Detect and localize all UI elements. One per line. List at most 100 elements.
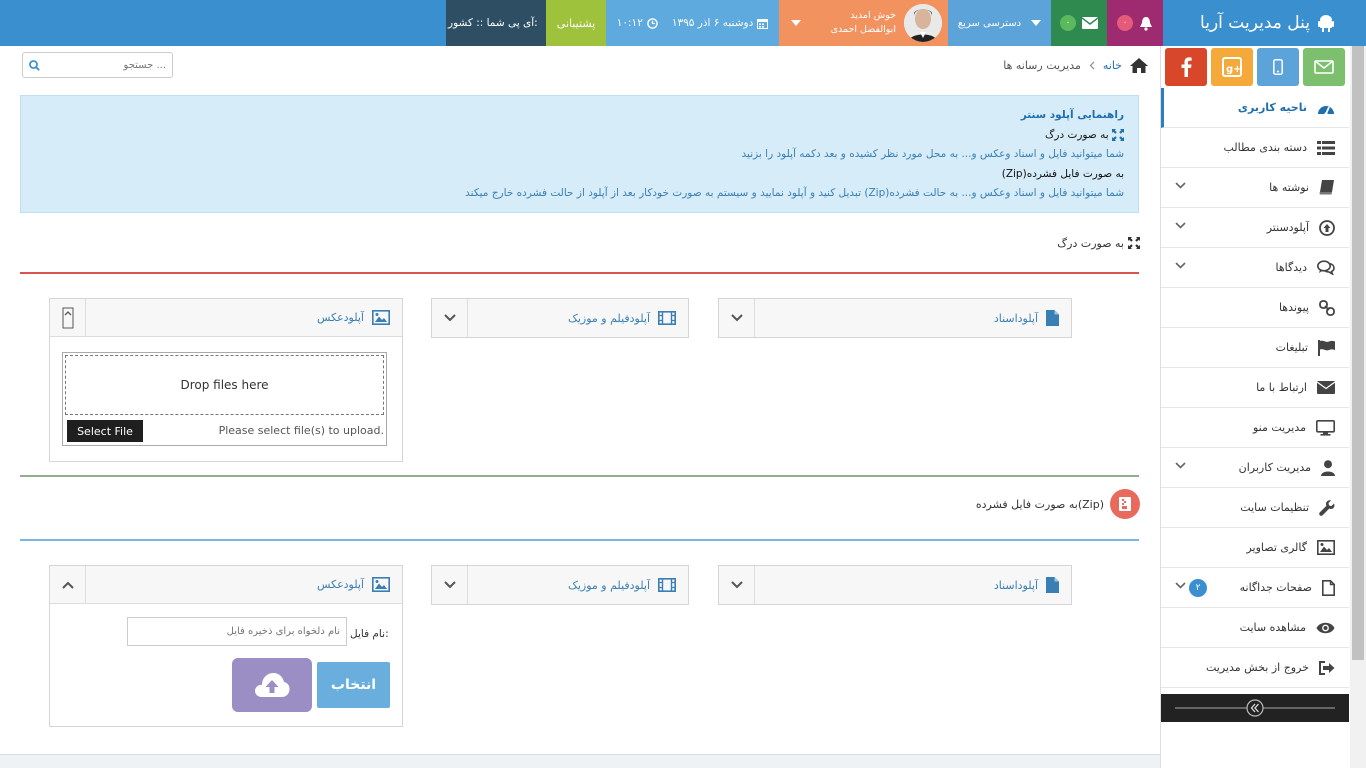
avatar (904, 4, 942, 42)
sidebar-item-contact[interactable]: ارتباط با ما (1161, 368, 1349, 408)
select-file-button[interactable]: Select File (67, 420, 143, 442)
upload-circle-icon (1319, 219, 1335, 236)
scrollbar-thumb[interactable] (1352, 46, 1364, 660)
date-time: ۱۰:۱۲ دوشنبه ۶ اذر ۱۳۹۵ (606, 0, 779, 46)
brand[interactable]: پنل مدیریت آریا (1163, 0, 1350, 46)
breadcrumb: مدیریت رسانه ها خانه (990, 52, 1148, 78)
notifications-button[interactable]: ۰ (1107, 0, 1163, 46)
user-icon (1321, 459, 1335, 476)
file-name-input[interactable] (127, 617, 347, 646)
list-icon (1317, 140, 1335, 155)
picture-icon (372, 577, 390, 592)
panel-title: آپلوداسناد (993, 578, 1038, 592)
user-menu[interactable]: خوش امدید ابوالفضل احمدی (779, 0, 948, 46)
panel-header: آپلودعکس (50, 566, 402, 604)
mobile-button[interactable] (1257, 48, 1299, 86)
flag-icon (1318, 339, 1335, 356)
file-name-label: نام فایل: (350, 628, 389, 640)
mobile-icon (1273, 59, 1283, 75)
sidebar-item-label: دیدگاها (1275, 261, 1307, 274)
dashboard-icon (1318, 105, 1334, 115)
envelope-outline-icon (1314, 60, 1334, 74)
sidebar-item-label: آپلودسنتر (1266, 221, 1309, 234)
calendar-icon (757, 18, 769, 29)
sidebar-item-posts[interactable]: نوشته ها (1161, 168, 1349, 208)
eye-icon (1316, 622, 1335, 633)
sidebar-item-label: مشاهده سایت (1239, 621, 1306, 634)
picture-icon (372, 310, 390, 325)
messages-button[interactable]: ۰ (1051, 0, 1107, 46)
sidebar-item-ads[interactable]: تبلیغات (1161, 328, 1349, 368)
sidebar-item-view-site[interactable]: مشاهده سایت (1161, 608, 1349, 648)
sidebar-item-menu-management[interactable]: مدیریت منو (1161, 408, 1349, 448)
zip-heading-text: به صورت فایل فشرده(Zip) (975, 497, 1104, 511)
google-plus-button[interactable]: g+ (1211, 48, 1253, 86)
divider-green (20, 475, 1139, 477)
help-drag-title-row: به صورت درگ (35, 126, 1124, 146)
panel-header: آپلوداسناد (719, 299, 1071, 337)
email-button[interactable] (1303, 48, 1345, 86)
zip-section-heading: به صورت فایل فشرده(Zip) (960, 488, 1140, 520)
panel-header: آپلودعکس (50, 299, 402, 337)
panel-title: آپلوداسناد (993, 311, 1038, 325)
horizontal-scrollbar[interactable] (0, 754, 1160, 768)
minimize-icon (62, 307, 73, 329)
sidebar-item-comments[interactable]: دیدگاها (1161, 248, 1349, 288)
drop-area[interactable]: Drop files here (65, 355, 384, 415)
support-button[interactable]: پشتیبانی (546, 0, 606, 46)
signout-icon (1319, 660, 1335, 675)
sidebar-item-links[interactable]: پیوندها (1161, 288, 1349, 328)
chevron-down-icon (730, 581, 743, 589)
sidebar-item-users[interactable]: مدیریت کاربران (1161, 448, 1349, 488)
panel-toggle[interactable] (50, 566, 86, 604)
sidebar-collapse-bar[interactable] (1161, 694, 1349, 722)
help-drag-title: به صورت درگ (1044, 128, 1109, 141)
svg-text:g+: g+ (1226, 64, 1242, 75)
quick-access-dropdown[interactable]: دسترسی سریع (948, 0, 1051, 46)
help-title: راهنمایی آپلود سنتر (1020, 109, 1124, 121)
help-zip-title: به صورت فایل فشرده(Zip) (1001, 167, 1124, 180)
upload-button[interactable] (232, 658, 312, 712)
envelope-icon (1317, 381, 1335, 394)
chevron-left-icon (1089, 61, 1095, 69)
chevron-down-icon (1175, 582, 1186, 589)
chevron-down-icon (443, 314, 456, 322)
date-text: دوشنبه ۶ اذر ۱۳۹۵ (671, 17, 754, 29)
ip-info: آی پی شما :: کشور: (446, 0, 546, 46)
panel-toggle[interactable] (432, 566, 468, 604)
search-icon[interactable] (29, 59, 40, 72)
panel-toggle[interactable] (719, 299, 755, 337)
panel-toggle[interactable] (432, 299, 468, 337)
top-bar: پنل مدیریت آریا ۰ ۰ دسترسی سریع خوش امدی… (0, 0, 1366, 46)
sidebar-item-site-settings[interactable]: تنظیمات سایت (1161, 488, 1349, 528)
drop-text: Drop files here (180, 378, 269, 392)
panel-title: آپلودعکس (316, 578, 364, 591)
sidebar-item-label: دسته بندی مطالب (1223, 141, 1307, 154)
panel-toggle[interactable] (719, 566, 755, 604)
link-icon (1319, 299, 1335, 316)
panel-video-upload-drag: آپلودفیلم و موزیک (431, 298, 689, 338)
choose-file-button[interactable]: انتخاب (317, 662, 390, 708)
panel-header: آپلودفیلم و موزیک (432, 299, 688, 337)
panel-toggle[interactable] (50, 299, 86, 337)
sidebar-item-logout[interactable]: خروج از بخش مدیریت (1161, 648, 1349, 688)
sidebar-item-label: ارتباط با ما (1256, 381, 1307, 394)
sidebar-item-dashboard[interactable]: ناحیه کاربری (1161, 88, 1349, 128)
dropzone[interactable]: Drop files here Select File Please selec… (62, 352, 387, 446)
select-file-hint: Please select file(s) to upload. (218, 424, 384, 437)
film-icon (658, 578, 676, 592)
facebook-button[interactable] (1165, 48, 1207, 86)
ip-label: آی پی شما :: کشور: (448, 17, 538, 29)
sidebar-item-categories[interactable]: دسته بندی مطالب (1161, 128, 1349, 168)
breadcrumb-home-link[interactable]: خانه (1103, 59, 1122, 72)
monitor-icon (1316, 419, 1335, 436)
sidebar-item-label: مدیریت منو (1252, 421, 1306, 434)
sidebar-item-label: تنظیمات سایت (1240, 501, 1309, 514)
panel-header: آپلودفیلم و موزیک (432, 566, 688, 604)
search-input[interactable] (46, 59, 166, 71)
sidebar-item-gallery[interactable]: گالری تصاویر (1161, 528, 1349, 568)
page-scrollbar[interactable] (1350, 46, 1366, 768)
sidebar-item-upload-center[interactable]: آپلودسنتر (1161, 208, 1349, 248)
sidebar-item-pages[interactable]: ۲ صفحات جداگانه (1161, 568, 1349, 608)
home-icon[interactable] (1130, 57, 1148, 73)
